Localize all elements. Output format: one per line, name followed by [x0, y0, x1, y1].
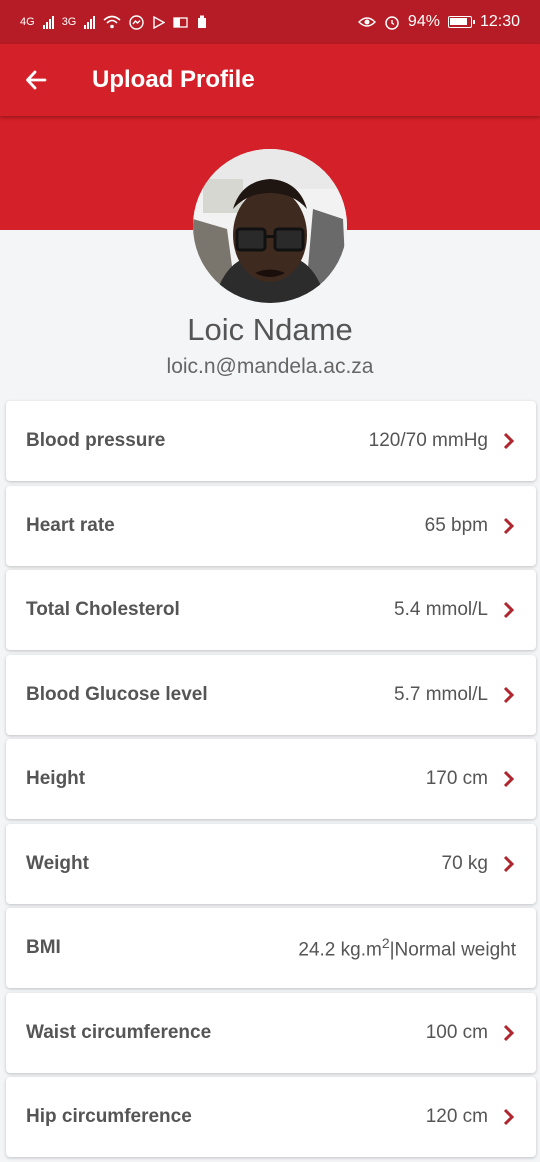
network-label-2: 3G	[61, 16, 77, 28]
metric-value: 100 cm	[425, 1021, 488, 1043]
metric-label: Waist circumference	[26, 1021, 212, 1043]
metric-row-heart-rate[interactable]: Heart rate 65 bpm	[6, 485, 536, 566]
metric-row-blood-glucose[interactable]: Blood Glucose level 5.7 mmol/L	[6, 654, 536, 735]
metric-label: Weight	[26, 852, 89, 874]
alarm-icon	[385, 16, 399, 30]
chevron-right-icon	[500, 1023, 516, 1043]
metric-label: Blood pressure	[26, 430, 166, 451]
chevron-right-icon	[500, 431, 516, 451]
outlook-icon	[173, 16, 189, 28]
metric-value: 5.7 mmol/L	[394, 683, 488, 705]
profile-name: Loic Ndame	[187, 312, 353, 347]
app-bar: Upload Profile	[0, 44, 540, 116]
metric-label: Blood Glucose level	[26, 683, 208, 705]
battery-icon	[447, 16, 475, 28]
bmi-category: |Normal weight	[389, 939, 516, 961]
bmi-value: 24.2 kg.m	[298, 939, 382, 961]
chevron-right-icon	[500, 685, 516, 705]
network-label-1: 4G	[20, 16, 35, 28]
metric-label: Total Cholesterol	[26, 599, 180, 620]
metric-value: 70 kg	[441, 852, 488, 874]
battery-percent: 94%	[407, 13, 440, 30]
avatar-photo	[193, 149, 347, 303]
bmi-exponent: 2	[381, 934, 390, 951]
page-title: Upload Profile	[92, 66, 255, 93]
profile-email: loic.n@mandela.ac.za	[166, 355, 374, 378]
metric-value: 65 bpm	[424, 514, 488, 536]
metric-label: BMI	[26, 937, 61, 958]
back-button[interactable]	[0, 44, 72, 116]
metrics-list: Blood pressure 120/70 mmHg Heart rate 65…	[6, 401, 536, 1162]
metric-label: Heart rate	[26, 514, 115, 536]
signal-icon	[42, 15, 54, 29]
metric-row-blood-pressure[interactable]: Blood pressure 120/70 mmHg	[6, 401, 536, 481]
chevron-right-icon	[500, 769, 516, 789]
eye-icon	[357, 17, 376, 27]
messenger-icon	[129, 14, 145, 30]
status-left: 4G 3G	[20, 14, 208, 30]
play-icon	[153, 15, 166, 29]
notification-icon	[198, 15, 207, 28]
metric-value: 170 cm	[425, 768, 488, 789]
chevron-right-icon	[500, 1107, 516, 1127]
metric-value: 5.4 mmol/L	[394, 599, 488, 620]
chevron-right-icon	[500, 516, 516, 536]
metric-row-hip[interactable]: Hip circumference 120 cm	[6, 1077, 536, 1157]
wifi-icon	[103, 15, 121, 29]
chevron-right-icon	[500, 854, 516, 874]
status-right: 94% 12:30	[357, 13, 520, 31]
metric-row-waist[interactable]: Waist circumference 100 cm	[6, 992, 536, 1073]
clock: 12:30	[479, 13, 520, 30]
metric-value: 120/70 mmHg	[368, 430, 488, 451]
chevron-right-icon	[500, 600, 516, 620]
metric-row-total-cholesterol[interactable]: Total Cholesterol 5.4 mmol/L	[6, 570, 536, 650]
metric-label: Hip circumference	[26, 1106, 192, 1127]
metric-row-bmi: BMI 24.2 kg.m2|Normal weight	[6, 908, 536, 988]
metric-value: 24.2 kg.m2|Normal weight	[298, 935, 516, 961]
profile-avatar[interactable]	[193, 149, 347, 303]
metric-value: 120 cm	[425, 1106, 488, 1127]
metric-row-height[interactable]: Height 170 cm	[6, 739, 536, 819]
metric-label: Height	[26, 768, 86, 789]
signal-icon-2	[84, 15, 96, 29]
arrow-left-icon	[26, 70, 47, 90]
metric-row-weight[interactable]: Weight 70 kg	[6, 823, 536, 904]
status-bar: 4G 3G 94% 12:30	[0, 0, 540, 44]
